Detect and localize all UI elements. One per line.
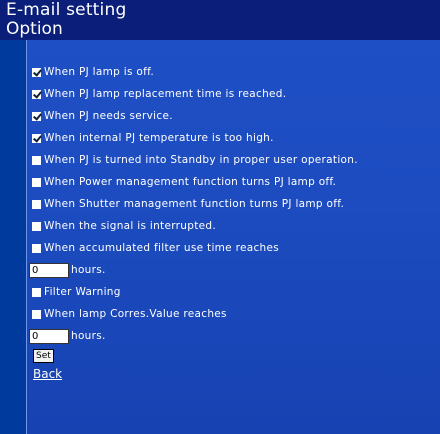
option-shutter-management[interactable]: When Shutter management function turns P… <box>32 194 344 214</box>
checkbox[interactable] <box>32 133 41 143</box>
option-label: When Shutter management function turns P… <box>44 198 345 210</box>
option-label: When PJ is turned into Standby in proper… <box>44 154 358 166</box>
option-label: When Power management function turns PJ … <box>44 176 337 188</box>
option-needs-service[interactable]: When PJ needs service. <box>32 106 173 126</box>
hours-unit: hours. <box>71 330 106 342</box>
checkbox[interactable] <box>32 155 41 165</box>
page-header: E-mail setting Option <box>0 0 440 40</box>
page-subtitle: Option <box>6 19 63 39</box>
checkbox[interactable] <box>32 67 41 77</box>
option-label: When the signal is interrupted. <box>44 220 216 232</box>
lamp-hours-row: hours. <box>29 326 106 346</box>
checkbox[interactable] <box>32 287 41 297</box>
option-filter-time[interactable]: When accumulated filter use time reaches <box>32 238 279 258</box>
option-label: When lamp Corres.Value reaches <box>44 308 227 320</box>
hours-unit: hours. <box>71 264 106 276</box>
filter-hours-input[interactable] <box>29 262 69 278</box>
option-label: When PJ lamp replacement time is reached… <box>44 88 287 100</box>
filter-hours-row: hours. <box>29 260 106 280</box>
page-title: E-mail setting <box>6 0 127 20</box>
lamp-hours-input[interactable] <box>29 328 69 344</box>
option-filter-warning[interactable]: Filter Warning <box>32 282 121 302</box>
checkbox[interactable] <box>32 309 41 319</box>
checkbox[interactable] <box>32 111 41 121</box>
option-power-management[interactable]: When Power management function turns PJ … <box>32 172 336 192</box>
checkbox[interactable] <box>32 177 41 187</box>
option-label: When PJ needs service. <box>44 110 173 122</box>
panel-divider <box>26 40 27 434</box>
option-lamp-corres-value[interactable]: When lamp Corres.Value reaches <box>32 304 227 324</box>
option-temperature-high[interactable]: When internal PJ temperature is too high… <box>32 128 274 148</box>
option-lamp-replacement[interactable]: When PJ lamp replacement time is reached… <box>32 84 286 104</box>
option-lamp-off[interactable]: When PJ lamp is off. <box>32 62 154 82</box>
option-label: When PJ lamp is off. <box>44 66 154 78</box>
option-signal-interrupted[interactable]: When the signal is interrupted. <box>32 216 216 236</box>
option-label: When accumulated filter use time reaches <box>44 242 280 254</box>
checkbox[interactable] <box>32 243 41 253</box>
back-link[interactable]: Back <box>33 367 62 381</box>
option-label: Filter Warning <box>44 286 121 298</box>
option-standby[interactable]: When PJ is turned into Standby in proper… <box>32 150 358 170</box>
option-label: When internal PJ temperature is too high… <box>44 132 274 144</box>
set-button[interactable]: Set <box>33 349 54 363</box>
checkbox[interactable] <box>32 89 41 99</box>
checkbox[interactable] <box>32 199 41 209</box>
checkbox[interactable] <box>32 221 41 231</box>
